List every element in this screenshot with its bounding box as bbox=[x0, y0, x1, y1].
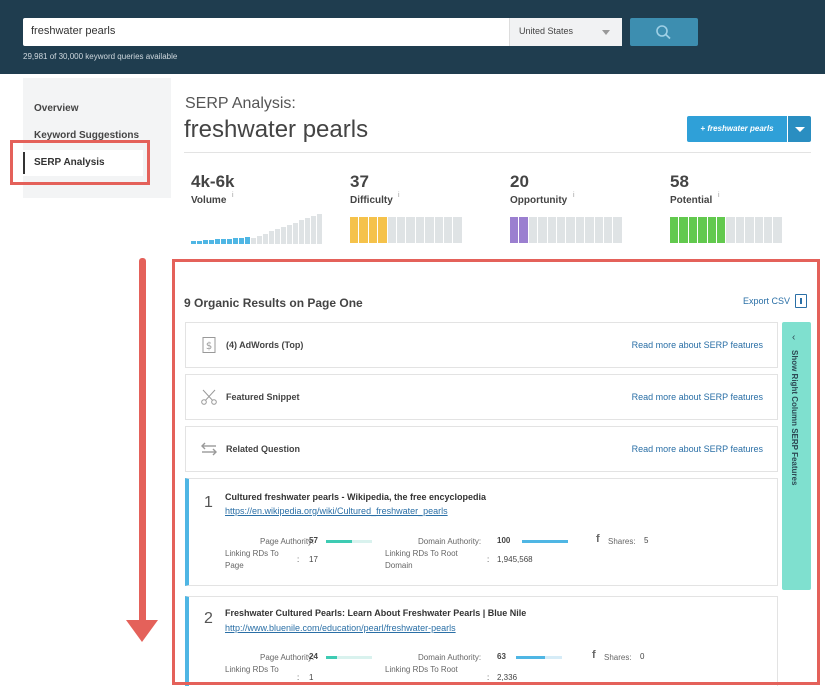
score-segment bbox=[528, 217, 538, 243]
country-label: United States bbox=[519, 26, 574, 36]
metric-potential: 58 Potential i bbox=[670, 172, 810, 244]
info-icon[interactable]: i bbox=[573, 192, 575, 199]
add-keyword-button[interactable]: + freshwater pearls bbox=[687, 116, 787, 142]
score-segment bbox=[594, 217, 603, 243]
volume-bar bbox=[299, 220, 304, 244]
metric-label: Difficulty bbox=[350, 195, 393, 206]
volume-bar bbox=[287, 224, 292, 244]
volume-bar bbox=[191, 241, 196, 244]
score-segment bbox=[698, 217, 707, 243]
volume-bar bbox=[245, 237, 250, 244]
volume-bar bbox=[293, 222, 298, 244]
volume-bar bbox=[203, 240, 208, 244]
info-icon[interactable]: i bbox=[398, 192, 400, 199]
score-segment bbox=[538, 217, 547, 243]
country-select[interactable]: United States bbox=[509, 18, 622, 46]
top-bar: freshwater pearls United States 29,981 o… bbox=[0, 0, 825, 74]
volume-bar bbox=[257, 235, 262, 244]
volume-bar bbox=[263, 233, 268, 244]
score-segment bbox=[453, 217, 462, 243]
chevron-down-icon bbox=[795, 127, 805, 132]
info-icon[interactable]: i bbox=[232, 192, 234, 199]
volume-bar bbox=[221, 239, 226, 244]
score-segment bbox=[368, 217, 378, 243]
info-icon[interactable]: i bbox=[718, 192, 720, 199]
opportunity-bar bbox=[510, 217, 622, 243]
score-segment bbox=[415, 217, 425, 243]
score-segment bbox=[575, 217, 585, 243]
score-segment bbox=[378, 217, 387, 243]
score-segment bbox=[745, 217, 754, 243]
potential-bar bbox=[670, 217, 782, 243]
volume-bar bbox=[197, 240, 202, 244]
chevron-down-icon bbox=[602, 30, 610, 35]
score-segment bbox=[773, 217, 782, 243]
score-segment bbox=[359, 217, 368, 243]
metric-value: 4k-6k bbox=[191, 172, 235, 191]
score-segment bbox=[726, 217, 735, 243]
volume-bar bbox=[215, 239, 220, 244]
volume-bar bbox=[311, 216, 316, 244]
score-segment bbox=[425, 217, 434, 243]
search-input[interactable]: freshwater pearls bbox=[31, 25, 115, 37]
query-quota: 29,981 of 30,000 keyword queries availab… bbox=[23, 52, 178, 61]
volume-bar bbox=[227, 238, 232, 244]
metric-volume: 4k-6k Volume i bbox=[191, 172, 331, 244]
score-segment bbox=[717, 217, 726, 243]
page-title: freshwater pearls bbox=[184, 116, 369, 143]
metric-value: 37 bbox=[350, 172, 369, 191]
volume-bar bbox=[239, 237, 244, 244]
metric-label: Potential bbox=[670, 195, 713, 206]
highlight-box bbox=[172, 259, 820, 685]
volume-bar bbox=[269, 231, 274, 244]
score-segment bbox=[547, 217, 556, 243]
score-segment bbox=[557, 217, 566, 243]
add-keyword-label: + freshwater pearls bbox=[700, 124, 774, 133]
sidebar-item-overview[interactable]: Overview bbox=[34, 103, 78, 114]
metric-difficulty: 37 Difficulty i bbox=[350, 172, 490, 244]
score-segment bbox=[754, 217, 763, 243]
metric-label: Volume bbox=[191, 195, 227, 206]
score-segment bbox=[613, 217, 622, 243]
score-segment bbox=[444, 217, 453, 243]
score-segment bbox=[350, 217, 359, 243]
score-segment bbox=[679, 217, 688, 243]
search-field[interactable]: freshwater pearls United States bbox=[23, 18, 622, 46]
score-segment bbox=[510, 217, 519, 243]
metric-opportunity: 20 Opportunity i bbox=[510, 172, 650, 244]
divider bbox=[184, 152, 811, 153]
add-keyword-dropdown[interactable] bbox=[788, 116, 811, 142]
score-segment bbox=[707, 217, 716, 243]
score-segment bbox=[585, 217, 594, 243]
score-segment bbox=[764, 217, 773, 243]
volume-bar bbox=[251, 238, 256, 244]
volume-sparkline bbox=[191, 208, 331, 244]
difficulty-bar bbox=[350, 217, 462, 243]
score-segment bbox=[670, 217, 679, 243]
volume-bar bbox=[281, 227, 286, 244]
score-segment bbox=[604, 217, 613, 243]
volume-bar bbox=[317, 213, 322, 244]
volume-bar bbox=[209, 239, 214, 244]
metric-label: Opportunity bbox=[510, 195, 568, 206]
search-icon bbox=[656, 25, 671, 40]
score-segment bbox=[387, 217, 396, 243]
score-segment bbox=[688, 217, 698, 243]
score-segment bbox=[406, 217, 415, 243]
score-segment bbox=[735, 217, 745, 243]
score-segment bbox=[566, 217, 575, 243]
search-button[interactable] bbox=[630, 18, 698, 46]
arrow-annotation bbox=[139, 258, 146, 625]
volume-bar bbox=[305, 218, 310, 244]
score-segment bbox=[519, 217, 528, 243]
metric-value: 58 bbox=[670, 172, 689, 191]
volume-bar bbox=[275, 229, 280, 244]
score-segment bbox=[397, 217, 406, 243]
arrow-head bbox=[126, 620, 158, 642]
highlight-box bbox=[10, 140, 150, 185]
metric-value: 20 bbox=[510, 172, 529, 191]
page-subtitle: SERP Analysis: bbox=[185, 95, 296, 112]
volume-bar bbox=[233, 238, 238, 244]
score-segment bbox=[434, 217, 443, 243]
